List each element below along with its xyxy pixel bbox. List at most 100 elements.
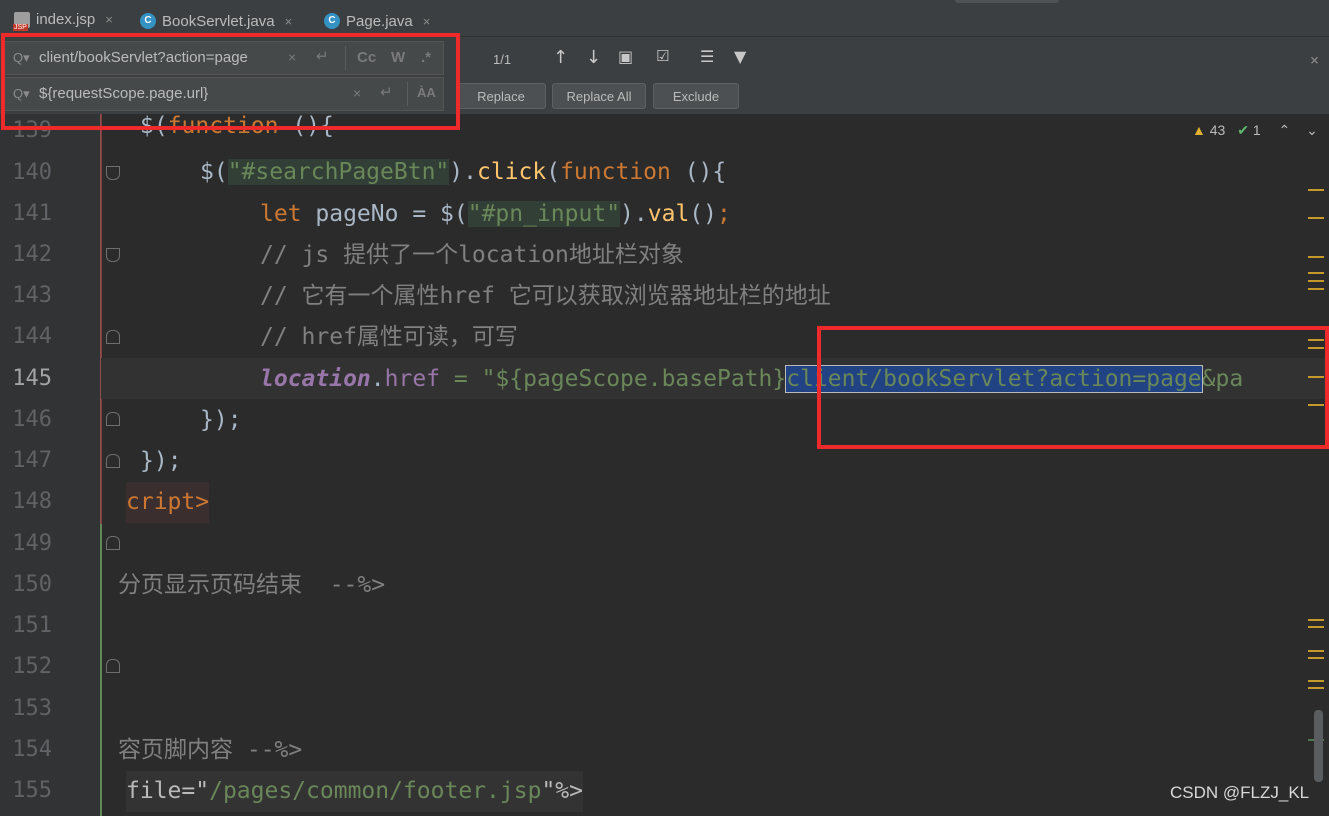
line-number: 140 bbox=[12, 160, 52, 185]
scroll-marker[interactable] bbox=[1308, 650, 1324, 652]
open-in-window-icon[interactable]: ☰ bbox=[700, 47, 714, 66]
scroll-marker[interactable] bbox=[1308, 657, 1324, 659]
fold-marker-icon[interactable] bbox=[106, 454, 120, 468]
warning-count: 43 bbox=[1209, 122, 1226, 138]
tab-label: index.jsp bbox=[36, 11, 96, 28]
replace-button[interactable]: Replace bbox=[456, 83, 546, 109]
fold-marker-icon[interactable] bbox=[106, 248, 120, 262]
code-line-150: 分页显示页码结束 --%> bbox=[118, 572, 386, 598]
line-number: 151 bbox=[12, 613, 52, 638]
watermark: CSDN @FLZJ_KL bbox=[1170, 783, 1310, 802]
code-editor[interactable]: 139 140 141 142 143 144 145 146 147 148 … bbox=[0, 113, 1329, 816]
code-line-140: $("#searchPageBtn").click(function (){ bbox=[200, 152, 726, 193]
inspection-widget[interactable]: ▲ 43 ✔ 1 ⌃ ⌄ bbox=[1192, 122, 1318, 139]
fold-marker-icon[interactable] bbox=[106, 330, 120, 344]
code-token: location bbox=[260, 366, 371, 392]
line-number-current: 145 bbox=[12, 366, 52, 391]
scroll-marker[interactable] bbox=[1308, 619, 1324, 621]
toolbar-strip bbox=[955, 0, 1059, 3]
code-line-147: }); bbox=[140, 441, 182, 482]
code-line-144: // href属性可读，可写 bbox=[260, 324, 518, 350]
scroll-marker[interactable] bbox=[1308, 272, 1324, 274]
code-token: ). bbox=[620, 201, 648, 227]
jsp-file-icon bbox=[13, 11, 30, 31]
code-line-142: // js 提供了一个location地址栏对象 bbox=[260, 242, 684, 268]
tab-bookservlet-java[interactable]: C BookServlet.java × bbox=[140, 6, 292, 36]
tab-close-icon[interactable]: × bbox=[423, 14, 431, 29]
code-token: href bbox=[384, 366, 441, 392]
warning-icon: ▲ bbox=[1192, 122, 1206, 138]
vertical-scrollbar[interactable] bbox=[1314, 710, 1323, 782]
code-token: = "${pageScope.basePath} bbox=[440, 366, 787, 392]
fold-marker-icon[interactable] bbox=[106, 412, 120, 426]
code-line-148: cript> bbox=[126, 482, 210, 523]
code-token: ; bbox=[717, 201, 731, 227]
scroll-marker[interactable] bbox=[1308, 280, 1324, 282]
annotation-box-find bbox=[1, 33, 460, 130]
code-token: ). bbox=[449, 159, 477, 185]
editor-tab-bar: index.jsp × C BookServlet.java × C Page.… bbox=[0, 0, 1329, 37]
line-number: 153 bbox=[12, 696, 52, 721]
code-token: "#searchPageBtn" bbox=[227, 159, 450, 185]
vcs-change-marker bbox=[100, 114, 102, 524]
code-token: () bbox=[689, 201, 717, 227]
code-token: ( bbox=[546, 159, 561, 185]
code-token: file=" bbox=[126, 778, 210, 804]
tab-index-jsp[interactable]: index.jsp × bbox=[13, 6, 113, 36]
match-count: 1/1 bbox=[493, 52, 512, 67]
line-number: 149 bbox=[12, 531, 52, 556]
java-class-icon: C bbox=[324, 13, 340, 29]
tab-page-java[interactable]: C Page.java × bbox=[324, 6, 430, 36]
fold-marker-icon[interactable] bbox=[106, 659, 120, 673]
code-line-141: let pageNo = $("#pn_input").val(); bbox=[260, 194, 731, 235]
replace-all-button[interactable]: Replace All bbox=[552, 83, 646, 109]
filter-search-results-icon[interactable]: ☑ bbox=[656, 47, 669, 65]
scroll-marker[interactable] bbox=[1308, 217, 1324, 219]
line-number: 142 bbox=[12, 242, 52, 267]
close-find-icon[interactable]: × bbox=[1310, 51, 1319, 69]
code-line-146: }); bbox=[200, 400, 242, 441]
code-token: . bbox=[370, 366, 385, 392]
line-number: 147 bbox=[12, 448, 52, 473]
chevron-down-icon[interactable]: ⌄ bbox=[1306, 122, 1318, 138]
tab-close-icon[interactable]: × bbox=[105, 12, 113, 27]
line-number: 150 bbox=[12, 572, 52, 597]
java-class-icon: C bbox=[140, 13, 156, 29]
previous-occurrence-icon[interactable]: ↑ bbox=[553, 47, 568, 68]
ok-count: 1 bbox=[1252, 122, 1261, 138]
code-token: (){ bbox=[670, 159, 727, 185]
next-occurrence-icon[interactable]: ↓ bbox=[586, 47, 601, 68]
tab-label: Page.java bbox=[346, 12, 413, 30]
code-token: val bbox=[647, 201, 690, 227]
scroll-marker[interactable] bbox=[1308, 626, 1324, 628]
tab-close-icon[interactable]: × bbox=[285, 14, 293, 29]
code-token: }); bbox=[200, 407, 242, 433]
code-token: pageNo = $( bbox=[301, 201, 468, 227]
code-line-143: // 它有一个属性href 它可以获取浏览器地址栏的地址 bbox=[260, 283, 831, 309]
line-number: 143 bbox=[12, 283, 52, 308]
code-token: "#pn_input" bbox=[467, 201, 621, 227]
tab-label: BookServlet.java bbox=[162, 12, 275, 30]
scroll-marker[interactable] bbox=[1308, 189, 1324, 191]
select-all-occurrences-icon[interactable]: ▣ bbox=[618, 47, 633, 66]
fold-marker-icon[interactable] bbox=[106, 166, 120, 180]
scroll-marker[interactable] bbox=[1308, 687, 1324, 689]
filter-icon[interactable]: ▼ bbox=[734, 47, 746, 66]
exclude-button[interactable]: Exclude bbox=[653, 83, 739, 109]
code-token: }); bbox=[140, 448, 182, 474]
code-token: $( bbox=[200, 159, 228, 185]
chevron-up-icon[interactable]: ⌃ bbox=[1279, 122, 1291, 138]
line-number: 144 bbox=[12, 324, 52, 349]
vcs-added-marker bbox=[100, 524, 102, 816]
code-line-155: file="/pages/common/footer.jsp"%> bbox=[126, 771, 583, 812]
scroll-marker[interactable] bbox=[1308, 256, 1324, 258]
line-number: 154 bbox=[12, 737, 52, 762]
scroll-marker[interactable] bbox=[1308, 680, 1324, 682]
fold-marker-icon[interactable] bbox=[106, 536, 120, 550]
line-number: 141 bbox=[12, 201, 52, 226]
line-number: 148 bbox=[12, 489, 52, 514]
code-token: let bbox=[260, 201, 302, 227]
scroll-marker[interactable] bbox=[1308, 288, 1324, 290]
line-number: 152 bbox=[12, 654, 52, 679]
check-icon: ✔ bbox=[1237, 122, 1249, 138]
